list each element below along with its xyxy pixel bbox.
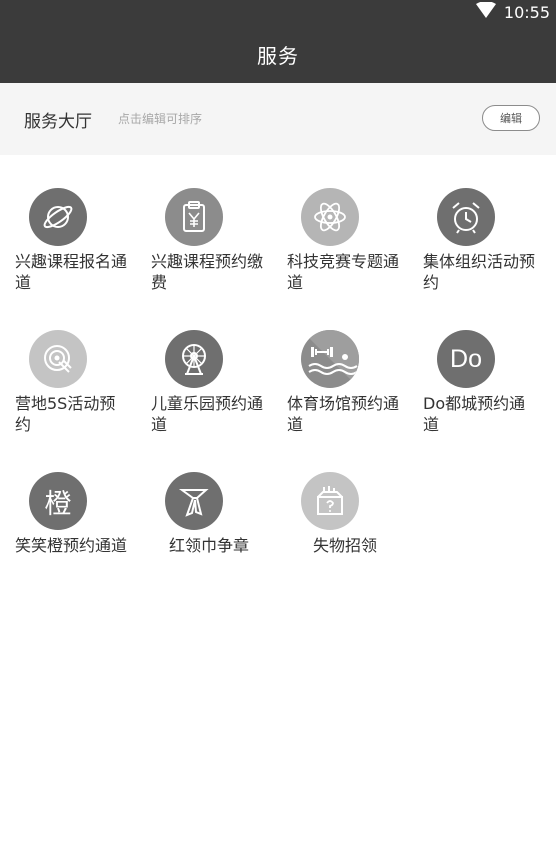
service-item-interest-signup[interactable]: 兴趣课程报名通道 — [0, 155, 136, 292]
service-item-do-city[interactable]: Do Do都城预约通道 — [408, 297, 544, 434]
orange-char-icon: 橙 — [29, 472, 87, 530]
service-item-xiaoxiao-orange[interactable]: 橙 笑笑橙预约通道 — [0, 439, 136, 569]
service-label: 红领巾争章 — [168, 536, 249, 555]
red-scarf-icon — [165, 472, 223, 530]
service-label: 兴趣课程报名通道 — [15, 252, 128, 292]
service-item-red-scarf[interactable]: 红领巾争章 — [136, 439, 272, 569]
service-label: 集体组织活动预约 — [423, 252, 536, 292]
service-item-lost-found[interactable]: 失物招领 — [272, 439, 408, 569]
status-time: 10:55 — [503, 2, 550, 22]
status-bar: 10:55 — [475, 1, 550, 22]
service-item-kids-park[interactable]: 儿童乐园预约通道 — [136, 297, 272, 434]
service-label: Do都城预约通道 — [423, 394, 526, 434]
service-label: 笑笑橙预约通道 — [15, 536, 128, 555]
service-item-group-activity[interactable]: 集体组织活动预约 — [408, 155, 544, 292]
do-text-icon: Do — [437, 330, 495, 388]
page-title: 服务 — [257, 44, 299, 68]
app-header: 10:55 服务 — [0, 0, 556, 83]
clipboard-yen-icon — [165, 188, 223, 246]
service-item-camp-5s[interactable]: 营地5S活动预约 — [0, 297, 136, 434]
service-item-interest-payment[interactable]: 兴趣课程预约缴费 — [136, 155, 272, 292]
wifi-icon — [475, 1, 496, 22]
service-item-tech-contest[interactable]: 科技竞赛专题通道 — [272, 155, 408, 292]
service-hall-bar: 服务大厅 点击编辑可排序 编辑 — [0, 83, 556, 155]
alarm-clock-icon — [437, 188, 495, 246]
sort-hint: 点击编辑可排序 — [118, 112, 203, 126]
service-label: 儿童乐园预约通道 — [151, 394, 264, 434]
service-label: 科技竞赛专题通道 — [287, 252, 400, 292]
atom-icon — [301, 188, 359, 246]
service-label: 体育场馆预约通道 — [287, 394, 400, 434]
lost-found-box-icon — [301, 472, 359, 530]
hall-title: 服务大厅 — [24, 112, 92, 132]
swimming-dumbbell-icon — [301, 330, 359, 388]
service-label: 兴趣课程预约缴费 — [151, 252, 264, 292]
ferris-wheel-icon — [165, 330, 223, 388]
planet-icon — [29, 188, 87, 246]
service-item-stadium[interactable]: 体育场馆预约通道 — [272, 297, 408, 434]
target-hand-icon — [29, 330, 87, 388]
edit-button[interactable]: 编辑 — [482, 105, 540, 131]
service-label: 营地5S活动预约 — [15, 394, 116, 434]
service-label: 失物招领 — [312, 536, 377, 555]
